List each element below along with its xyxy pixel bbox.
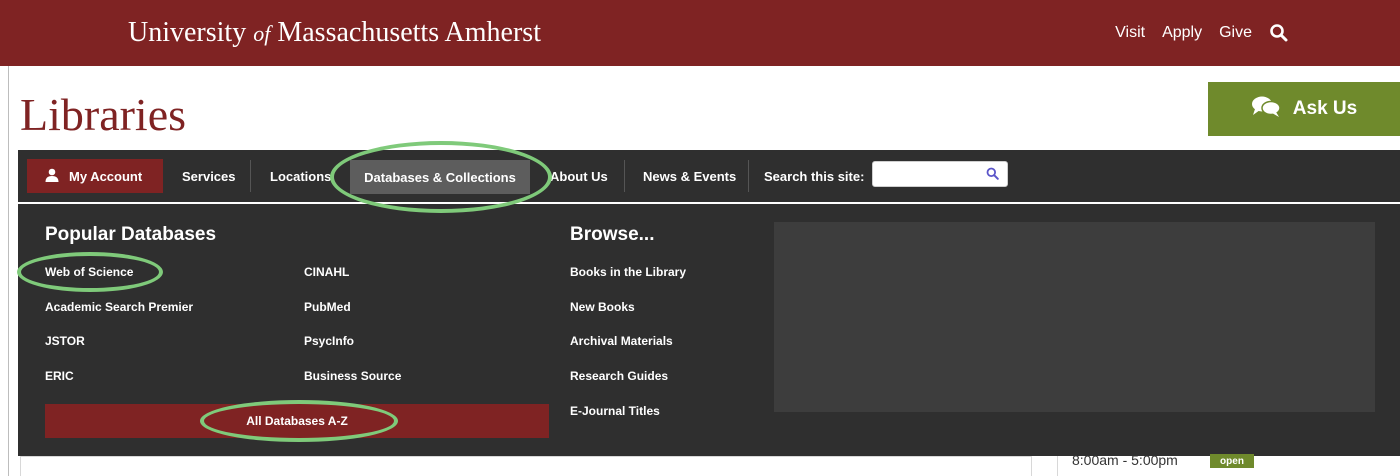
databases-dropdown: Popular Databases Web of Science Academi… — [18, 204, 1400, 456]
browse-link-new-books[interactable]: New Books — [570, 300, 635, 314]
db-link-cinahl[interactable]: CINAHL — [304, 265, 349, 279]
my-account-label: My Account — [69, 168, 143, 184]
sidebar-border — [1057, 456, 1058, 476]
browse-heading: Browse... — [570, 224, 655, 245]
db-link-business-source[interactable]: Business Source — [304, 369, 401, 383]
main-nav: My Account Services Locations Databases … — [18, 150, 1400, 202]
user-icon — [45, 168, 59, 185]
db-link-psycinfo[interactable]: PsycInfo — [304, 334, 354, 348]
page-title[interactable]: Libraries — [20, 88, 186, 141]
main-content-box — [20, 456, 1032, 476]
browse-link-books[interactable]: Books in the Library — [570, 265, 686, 279]
nav-services[interactable]: Services — [182, 150, 236, 202]
ask-us-label: Ask Us — [1292, 98, 1358, 119]
db-link-academic-search-premier[interactable]: Academic Search Premier — [45, 300, 193, 314]
nav-news-events[interactable]: News & Events — [643, 150, 736, 202]
browse-link-research-guides[interactable]: Research Guides — [570, 369, 668, 383]
browse-link-ejournals[interactable]: E-Journal Titles — [570, 404, 660, 418]
site-search-input[interactable] — [872, 161, 1008, 187]
visit-link[interactable]: Visit — [1115, 24, 1145, 42]
search-icon[interactable] — [1269, 23, 1289, 43]
nav-locations[interactable]: Locations — [270, 150, 331, 202]
search-label: Search this site: — [764, 168, 865, 184]
db-link-pubmed[interactable]: PubMed — [304, 300, 351, 314]
nav-about-us[interactable]: About Us — [550, 150, 608, 202]
page-edge — [8, 66, 9, 476]
top-header: University of Massachusetts Amherst Visi… — [0, 0, 1400, 66]
popular-databases-heading: Popular Databases — [45, 224, 217, 245]
nav-divider — [748, 160, 749, 192]
db-link-web-of-science[interactable]: Web of Science — [45, 265, 133, 279]
top-links: Visit Apply Give — [1115, 0, 1289, 66]
db-link-eric[interactable]: ERIC — [45, 369, 74, 383]
nav-divider — [624, 160, 625, 192]
browse-link-archival[interactable]: Archival Materials — [570, 334, 673, 348]
university-wordmark[interactable]: University of Massachusetts Amherst — [128, 17, 541, 49]
nav-divider — [250, 160, 251, 192]
db-link-jstor[interactable]: JSTOR — [45, 334, 85, 348]
feature-image-placeholder — [774, 222, 1375, 412]
all-databases-az-button[interactable]: All Databases A-Z — [45, 404, 549, 438]
chat-bubbles-icon — [1251, 94, 1281, 124]
status-badge: open — [1210, 454, 1254, 468]
nav-databases-collections[interactable]: Databases & Collections — [350, 160, 530, 194]
my-account-button[interactable]: My Account — [27, 159, 163, 193]
give-link[interactable]: Give — [1219, 24, 1252, 42]
ask-us-button[interactable]: Ask Us — [1208, 82, 1400, 136]
hours-text: 8:00am - 5:00pm — [1072, 452, 1178, 468]
apply-link[interactable]: Apply — [1162, 24, 1202, 42]
search-icon[interactable] — [986, 167, 999, 185]
